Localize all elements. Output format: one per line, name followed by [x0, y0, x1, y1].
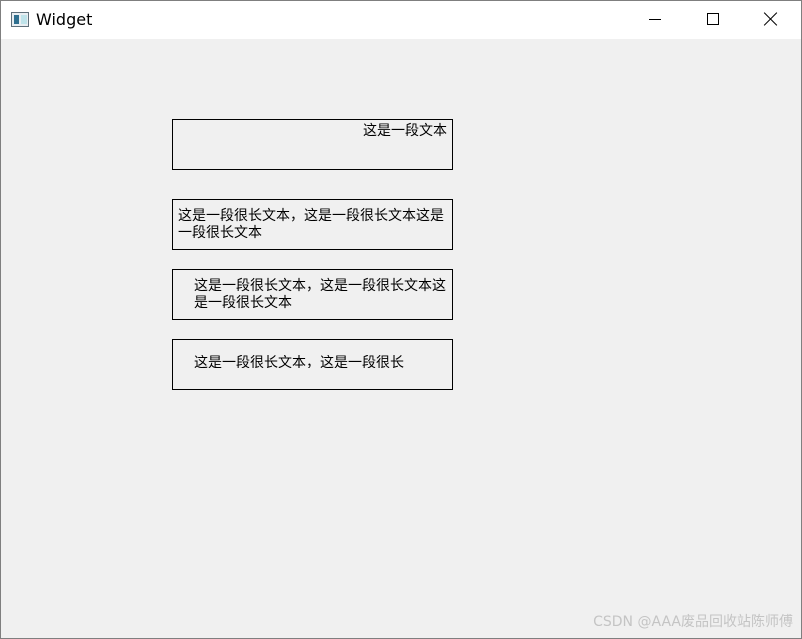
- text-label-4: 这是一段很长文本，这是一段很长: [172, 339, 453, 390]
- widget-window: Widget 这是一段文本 这是一段很长文本，这是一段很长文本这是一段很长文本 …: [0, 0, 802, 639]
- window-title: Widget: [36, 10, 93, 29]
- text-label-1: 这是一段文本: [172, 119, 453, 170]
- text-label-3: 这是一段很长文本，这是一段很长文本这是一段很长文本: [172, 269, 453, 320]
- maximize-icon: [707, 13, 719, 25]
- label-text-1: 这是一段文本: [363, 123, 447, 139]
- maximize-button[interactable]: [685, 1, 743, 39]
- text-label-2: 这是一段很长文本，这是一段很长文本这是一段很长文本: [172, 199, 453, 250]
- minimize-icon: [649, 19, 661, 20]
- label-text-4: 这是一段很长文本，这是一段很长: [194, 355, 404, 368]
- label-text-2: 这是一段很长文本，这是一段很长文本这是一段很长文本: [178, 208, 444, 241]
- label-clip-region: 这是一段很长文本，这是一段很长: [194, 355, 450, 368]
- app-window-icon: [11, 12, 29, 27]
- close-icon: [763, 11, 779, 27]
- title-bar[interactable]: Widget: [1, 1, 801, 39]
- watermark: CSDN @AAA废品回收站陈师傅: [593, 614, 793, 630]
- close-button[interactable]: [743, 1, 801, 39]
- label-text-3: 这是一段很长文本，这是一段很长文本这是一段很长文本: [194, 278, 446, 311]
- minimize-button[interactable]: [627, 1, 685, 39]
